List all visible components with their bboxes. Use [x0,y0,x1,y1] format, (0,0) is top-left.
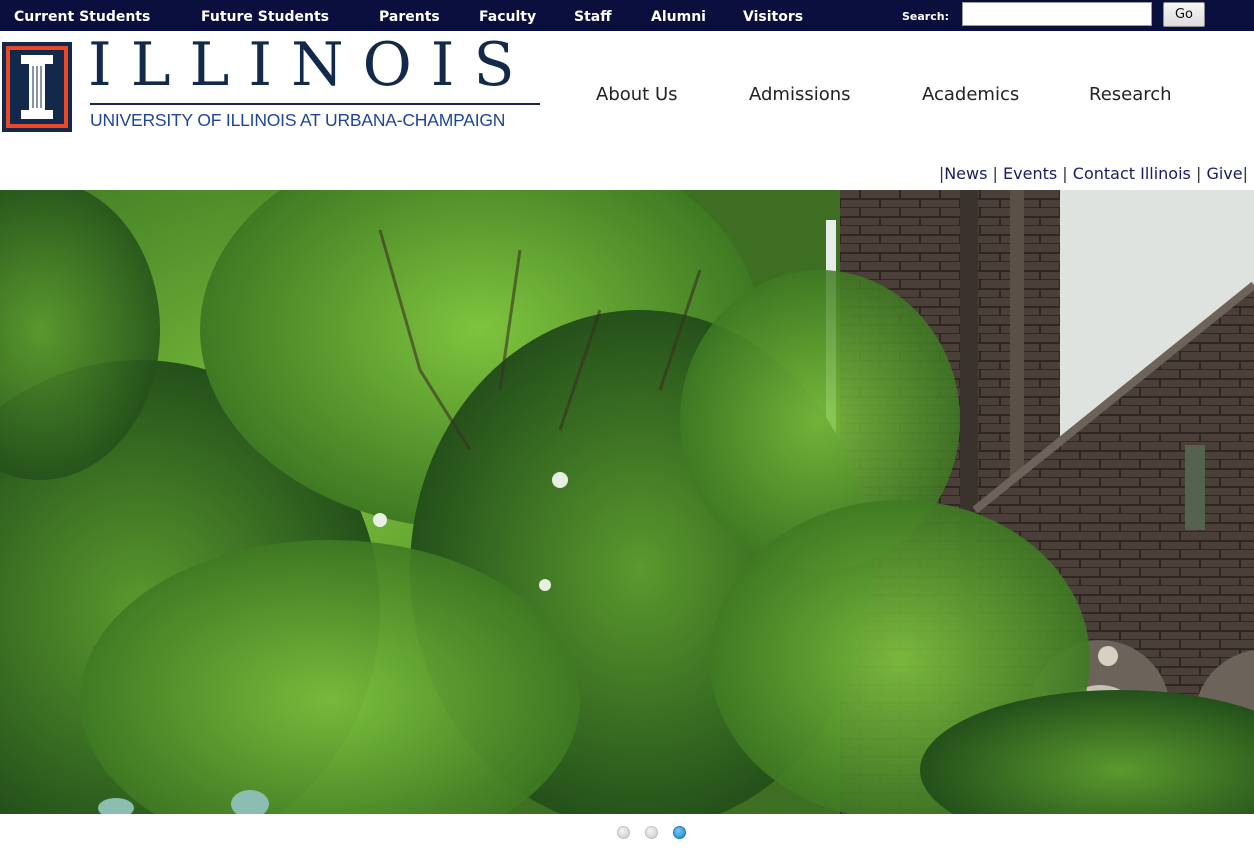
separator: | [1062,164,1073,183]
hero-slideshow-image[interactable] [0,190,1254,814]
main-nav-admissions[interactable]: Admissions [749,84,851,105]
audience-bar: Current Students Future Students Parents… [0,0,1254,31]
slide-dot-3-active[interactable] [673,826,686,839]
university-name: UNIVERSITY OF ILLINOIS AT URBANA-CHAMPAI… [90,110,506,130]
search-input[interactable] [962,2,1152,26]
search-label: Search: [902,10,949,23]
main-nav-about-us[interactable]: About Us [596,84,678,105]
nav-visitors[interactable]: Visitors [743,9,803,25]
slide-dot-1[interactable] [617,826,630,839]
utility-contact-link[interactable]: Contact Illinois [1073,164,1191,183]
separator: | [1195,164,1207,183]
university-logo[interactable]: ILLINOIS UNIVERSITY OF ILLINOIS AT URBAN… [2,30,542,134]
nav-faculty[interactable]: Faculty [479,9,536,25]
nav-future-students[interactable]: Future Students [201,9,329,25]
utility-news-link[interactable]: News [944,164,987,183]
campus-photo [0,190,1254,814]
utility-events-link[interactable]: Events [1003,164,1057,183]
illinois-wordmark: ILLINOIS [88,30,534,100]
nav-parents[interactable]: Parents [379,9,440,25]
main-nav-research[interactable]: Research [1089,84,1172,105]
search-go-button[interactable]: Go [1163,2,1205,27]
main-nav-academics[interactable]: Academics [922,84,1019,105]
utility-nav: | News | Events | Contact Illinois | Give… [939,164,1248,183]
nav-staff[interactable]: Staff [574,9,612,25]
nav-current-students[interactable]: Current Students [14,9,150,25]
slide-dot-2[interactable] [645,826,658,839]
logo-divider [90,103,540,105]
utility-give-link[interactable]: Give [1206,164,1242,183]
block-i-logo-icon [2,42,72,132]
nav-alumni[interactable]: Alumni [651,9,706,25]
separator: | [992,164,1004,183]
separator: | [1242,164,1248,183]
